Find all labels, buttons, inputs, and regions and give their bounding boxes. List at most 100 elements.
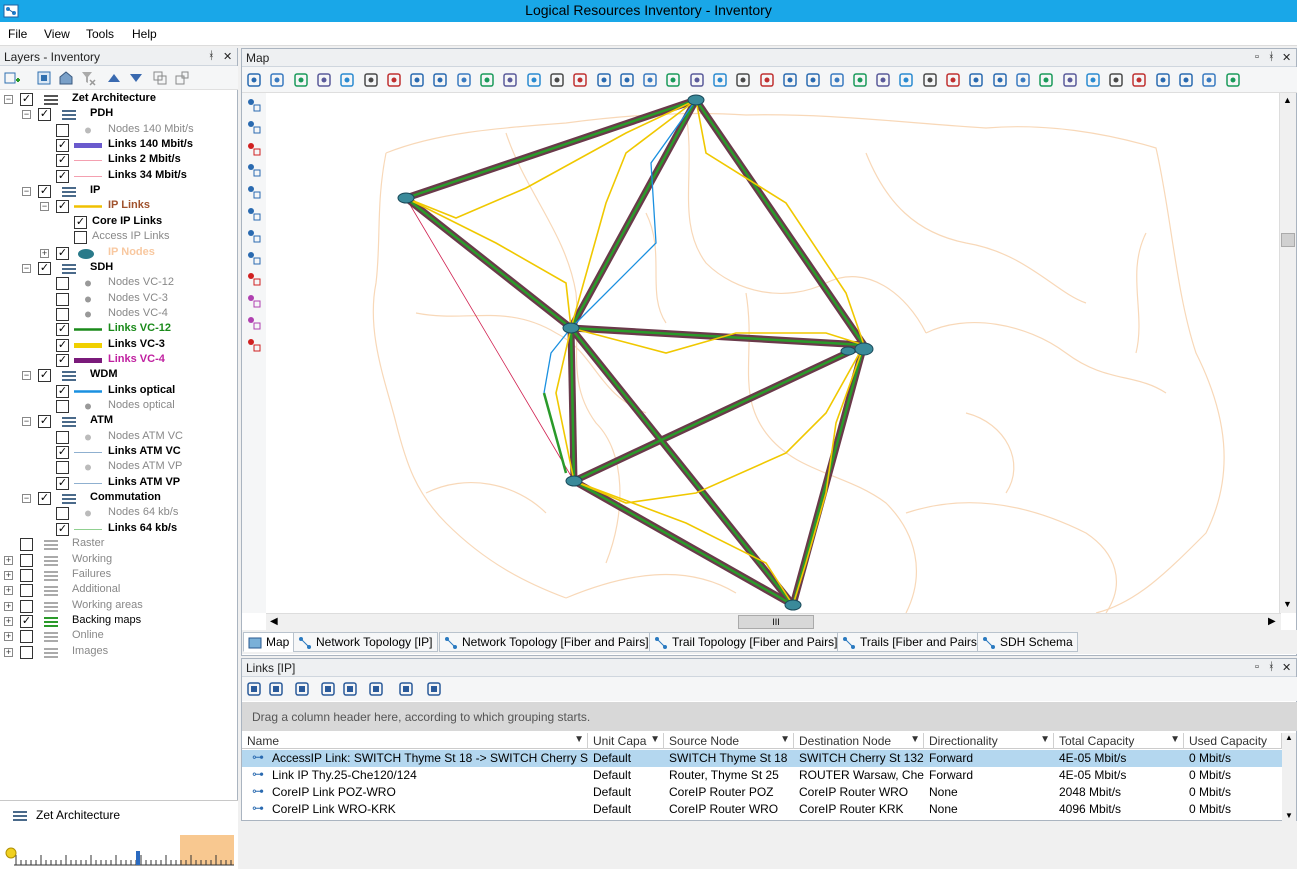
remove-filter-icon[interactable] [80, 70, 96, 86]
filter-icon[interactable] [852, 72, 868, 88]
align-icon[interactable] [1038, 72, 1054, 88]
send-icon[interactable] [1201, 72, 1217, 88]
zoom-window-icon[interactable] [269, 72, 285, 88]
layer-visibility-checkbox[interactable]: ✓ [74, 215, 87, 229]
router-node-south[interactable] [784, 599, 802, 611]
layer-row[interactable]: Nodes ATM VP [0, 460, 236, 475]
layers-filter-icon[interactable] [572, 72, 588, 88]
layer-visibility-checkbox[interactable] [56, 123, 69, 137]
zoom-out-icon[interactable] [363, 72, 379, 88]
layer-row[interactable]: − ✓ Commutation [0, 491, 236, 506]
filter-icon[interactable]: ▼ [574, 734, 584, 745]
full-extent-icon[interactable] [596, 72, 612, 88]
layer-visibility-checkbox[interactable] [20, 538, 33, 552]
layer-visibility-checkbox[interactable] [20, 553, 33, 567]
layer-visibility-checkbox[interactable] [56, 430, 69, 444]
vertical-scroll-thumb[interactable] [1281, 233, 1295, 247]
router-node-northwest[interactable] [397, 192, 415, 204]
filter-icon[interactable]: ▼ [1040, 734, 1050, 745]
hand-tool-icon[interactable] [712, 72, 728, 88]
remove-link-icon[interactable] [246, 271, 262, 287]
layer-visibility-checkbox[interactable] [56, 277, 69, 291]
map-horizontal-scrollbar[interactable]: ◀ III ▶ [266, 613, 1281, 630]
expand-icon[interactable]: + [4, 632, 13, 642]
layer-row[interactable]: Nodes VC-4 [0, 307, 236, 322]
tab-sdh-schema[interactable]: SDH Schema [977, 632, 1078, 652]
layer-row[interactable]: Nodes VC-12 [0, 276, 236, 291]
disconnect-icon[interactable] [992, 72, 1008, 88]
layer-visibility-checkbox[interactable] [56, 507, 69, 521]
add-object-icon[interactable] [246, 119, 262, 135]
layer-row[interactable]: + Online [0, 629, 236, 644]
layer-row[interactable]: ✓ Links VC-3 [0, 338, 236, 353]
add-node-icon[interactable] [246, 97, 262, 113]
layer-row[interactable]: ✓ Links 2 Mbit/s [0, 153, 236, 168]
layer-row[interactable]: − ✓ Zet Architecture [0, 92, 236, 107]
menu-file[interactable]: File [8, 27, 27, 41]
reload-icon[interactable] [502, 72, 518, 88]
collapse-icon[interactable] [152, 70, 168, 86]
rotate-icon[interactable] [246, 206, 262, 222]
column-header[interactable]: Used Capacity [1184, 733, 1282, 749]
layer-row[interactable]: Raster [0, 537, 236, 552]
back-arrow-icon[interactable] [456, 72, 472, 88]
add-layer-icon[interactable] [4, 70, 20, 86]
layer-row[interactable]: ✓ Links VC-4 [0, 353, 236, 368]
delete-node-icon[interactable] [246, 141, 262, 157]
help-search-icon[interactable] [1225, 72, 1241, 88]
select-link-icon[interactable] [665, 72, 681, 88]
layer-row[interactable]: − ✓ SDH [0, 261, 236, 276]
scroll-up-icon[interactable]: ▲ [1285, 733, 1293, 742]
expand-icon[interactable]: + [4, 616, 13, 626]
select-node-icon[interactable] [642, 72, 658, 88]
properties-icon[interactable] [759, 72, 775, 88]
menu-help[interactable]: Help [132, 27, 157, 41]
save-icon[interactable] [1108, 72, 1124, 88]
find-binoculars-icon[interactable] [268, 681, 284, 697]
filter-icon[interactable]: ▼ [1170, 734, 1180, 745]
zoom-in-icon[interactable] [339, 72, 355, 88]
filter-icon[interactable]: ▼ [650, 734, 660, 745]
report-icon[interactable] [1085, 72, 1101, 88]
tab-trails-fiber-and-pairs[interactable]: Trails [Fiber and Pairs] [837, 632, 986, 652]
filter-icon[interactable]: ▼ [910, 734, 920, 745]
expand-icon[interactable]: + [40, 248, 49, 258]
layer-row[interactable]: + Images [0, 645, 236, 660]
select-pointer-icon[interactable] [386, 72, 402, 88]
move-up-icon[interactable] [106, 70, 122, 86]
layer-visibility-checkbox[interactable]: ✓ [56, 353, 69, 367]
layer-visibility-checkbox[interactable] [20, 630, 33, 644]
menu-view[interactable]: View [44, 27, 70, 41]
collapse-icon[interactable]: − [40, 202, 49, 212]
layer-row[interactable]: − ✓ IP [0, 184, 236, 199]
close-icon[interactable]: ✕ [223, 50, 232, 63]
column-header[interactable]: Unit Capa ▼ [588, 733, 664, 749]
layer-row[interactable]: ✓ Links 64 kb/s [0, 522, 236, 537]
router-node-center[interactable] [562, 322, 580, 334]
close-icon[interactable]: ✕ [1282, 51, 1291, 64]
pin-icon[interactable]: ᚼ [1268, 661, 1275, 673]
layer-visibility-checkbox[interactable]: ✓ [56, 200, 69, 214]
layer-visibility-checkbox[interactable]: ✓ [38, 369, 51, 383]
layer-row[interactable]: + Additional [0, 583, 236, 598]
locate-icon[interactable] [246, 681, 262, 697]
grid-icon[interactable] [829, 72, 845, 88]
expand-icon[interactable]: + [4, 570, 13, 580]
add-anchor-icon[interactable] [246, 293, 262, 309]
layer-row[interactable]: − ✓ IP Links [0, 199, 236, 214]
layer-row[interactable]: − ✓ WDM [0, 368, 236, 383]
layer-row[interactable]: + ✓ IP Nodes [0, 246, 236, 261]
overview-ruler[interactable] [0, 825, 238, 869]
fit-selection-icon[interactable] [549, 72, 565, 88]
layer-row[interactable]: ✓ Core IP Links [0, 215, 236, 230]
scroll-down-icon[interactable]: ▼ [1283, 599, 1292, 609]
layer-visibility-checkbox[interactable]: ✓ [38, 492, 51, 506]
layer-row[interactable]: ✓ Links 140 Mbit/s [0, 138, 236, 153]
layer-visibility-checkbox[interactable]: ✓ [38, 108, 51, 122]
horizontal-scroll-thumb[interactable]: III [738, 615, 814, 629]
scroll-down-icon[interactable]: ▼ [1285, 811, 1293, 820]
layer-row[interactable]: + Working areas [0, 599, 236, 614]
layer-visibility-checkbox[interactable]: ✓ [20, 614, 33, 628]
move-down-icon[interactable] [128, 70, 144, 86]
zoom-extent-icon[interactable] [316, 72, 332, 88]
